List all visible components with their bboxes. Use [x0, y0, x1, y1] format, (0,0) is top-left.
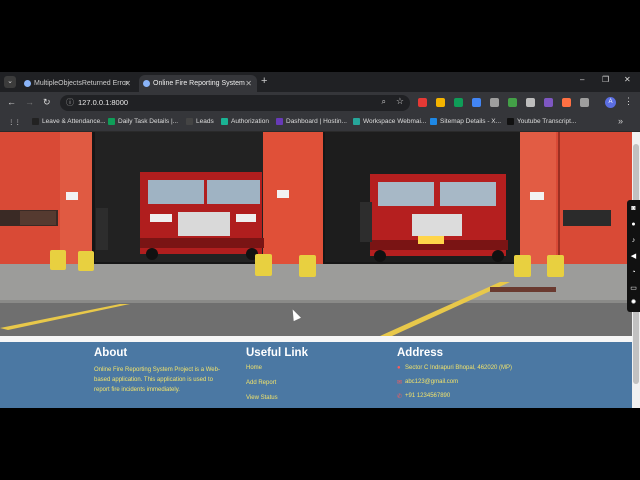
back-icon[interactable]: ← [7, 97, 16, 107]
bookmark-favicon-icon [108, 118, 115, 125]
extension-icon[interactable] [562, 98, 571, 107]
forward-icon[interactable]: → [25, 97, 34, 107]
extension-icon[interactable] [454, 98, 463, 107]
extension-icon[interactable] [490, 98, 499, 107]
bookmark-favicon-icon [186, 118, 193, 125]
about-line-3: report fire incidents immediately. [94, 387, 180, 393]
bookmark-youtube-transcript[interactable]: Youtube Transcript... [507, 118, 576, 125]
bookmark-label: Leads [196, 118, 214, 125]
bookmark-favicon-icon [32, 118, 39, 125]
minimize-icon[interactable]: – [580, 75, 584, 84]
close-tab-icon[interactable]: ✕ [124, 75, 131, 92]
extension-icon[interactable] [508, 98, 517, 107]
bookmark-dashboard-hostinger[interactable]: Dashboard | Hostin... [276, 118, 347, 125]
phone-text[interactable]: +91 1234567890 [405, 393, 450, 399]
address-email[interactable]: ✉ abc123@gmail.com [397, 379, 597, 386]
bookmarks-bar: ⋮⋮ Leave & Attendance... Daily Task Deta… [0, 114, 640, 132]
extension-icon[interactable] [472, 98, 481, 107]
tab-online-fire-reporting[interactable]: Online Fire Reporting System ✕ [139, 75, 257, 92]
bookmark-authorization[interactable]: Authorization [221, 118, 269, 125]
close-tab-icon[interactable]: ✕ [245, 75, 252, 92]
address-phone[interactable]: ✆ +91 1234567890 [397, 393, 597, 400]
bookmark-label: Youtube Transcript... [517, 118, 577, 125]
globe-icon [143, 80, 150, 87]
browser-window: ⌄ MultipleObjectsReturned Error ✕ Online… [0, 72, 640, 408]
bookmark-favicon-icon [221, 118, 228, 125]
email-text[interactable]: abc123@gmail.com [405, 379, 458, 385]
envelope-icon: ✉ [397, 380, 403, 386]
fire-station-picture [0, 132, 632, 342]
bookmark-workspace-webmail[interactable]: Workspace Webmai... [353, 118, 426, 125]
bookmark-favicon-icon [276, 118, 283, 125]
bookmark-leads[interactable]: Leads [186, 118, 214, 125]
zoom-icon[interactable]: ⌕ [382, 97, 386, 107]
reload-icon[interactable]: ↻ [43, 97, 51, 108]
phone-icon: ✆ [397, 394, 403, 400]
map-pin-icon: ● [397, 365, 401, 371]
extension-icon[interactable] [418, 98, 427, 107]
url-text[interactable]: 127.0.0.1:8000 [78, 98, 128, 107]
gear-icon[interactable]: ✹ [629, 298, 638, 307]
footer-about: About Online Fire Reporting System Proje… [94, 347, 234, 395]
new-tab-button[interactable]: + [261, 75, 267, 87]
bookmark-favicon-icon [353, 118, 360, 125]
bookmark-sitemap-details[interactable]: Sitemap Details - X... [430, 118, 501, 125]
close-window-icon[interactable]: ✕ [624, 75, 631, 84]
pen-icon[interactable] [526, 98, 535, 107]
link-home[interactable]: Home [246, 365, 366, 371]
tab-multiple-objects[interactable]: MultipleObjectsReturned Error ✕ [20, 75, 136, 92]
menu-icon[interactable]: ⋮ [624, 96, 633, 107]
tab-title: MultipleObjectsReturned Error [34, 80, 129, 87]
more-bookmarks-icon[interactable]: » [618, 116, 623, 126]
useful-link-heading: Useful Link [246, 347, 308, 359]
about-heading: About [94, 347, 128, 359]
timer-icon[interactable]: ◔ [629, 268, 638, 277]
about-line-2: based application. This application is u… [94, 377, 213, 383]
bookmark-label: Daily Task Details |... [118, 118, 179, 125]
speaker-icon[interactable]: ◀ [629, 252, 638, 261]
tab-title: Online Fire Reporting System [153, 80, 245, 87]
bookmark-star-icon[interactable]: ☆ [396, 96, 404, 107]
address-bar[interactable]: ⓘ 127.0.0.1:8000 ⌕ ☆ [60, 95, 410, 111]
bookmark-favicon-icon [430, 118, 437, 125]
restore-icon[interactable]: ❐ [602, 75, 609, 84]
location-text: Sector C Indrapuri Bhopal, 462020 (MP) [405, 365, 513, 371]
address-location: ● Sector C Indrapuri Bhopal, 462020 (MP) [397, 365, 597, 371]
about-line-1: Online Fire Reporting System Project is … [94, 367, 220, 373]
bookmark-label: Sitemap Details - X... [440, 118, 502, 125]
globe-icon [24, 80, 31, 87]
tab-strip: ⌄ MultipleObjectsReturned Error ✕ Online… [0, 72, 640, 92]
toolbar: ← → ↻ ⓘ 127.0.0.1:8000 ⌕ ☆ A ⋮ [0, 92, 640, 114]
link-view-status[interactable]: View Status [246, 395, 366, 401]
bookmark-label: Authorization [231, 118, 269, 125]
window-icon[interactable]: ▭ [629, 284, 638, 293]
record-icon[interactable]: ● [629, 220, 638, 229]
extension-icon[interactable] [544, 98, 553, 107]
profile-avatar[interactable]: A [605, 97, 616, 108]
footer-address: Address ● Sector C Indrapuri Bhopal, 4620… [397, 347, 597, 400]
bookmark-label: Leave & Attendance... [42, 118, 106, 125]
hero-fire-station-image [0, 132, 632, 342]
page-viewport: About Online Fire Reporting System Proje… [0, 132, 632, 408]
bookmark-label: Workspace Webmai... [363, 118, 427, 125]
bookmark-leave-attendance[interactable]: Leave & Attendance... [32, 118, 106, 125]
microphone-icon[interactable]: ♪ [629, 236, 638, 245]
tab-search-button[interactable]: ⌄ [4, 76, 16, 88]
footer-useful-links: Useful Link Home Add Report View Status [246, 347, 366, 401]
bookmark-label: Dashboard | Hostin... [286, 118, 347, 125]
bookmark-favicon-icon [507, 118, 514, 125]
extensions-puzzle-icon[interactable] [580, 98, 589, 107]
bookmark-daily-task[interactable]: Daily Task Details |... [108, 118, 178, 125]
camera-icon[interactable]: ◙ [629, 204, 638, 213]
apps-grid-icon[interactable]: ⋮⋮ [8, 118, 21, 126]
extension-icon[interactable] [436, 98, 445, 107]
recording-side-panel: ◙ ● ♪ ◀ ◔ ▭ ✹ [627, 200, 640, 312]
address-heading: Address [397, 347, 444, 359]
link-add-report[interactable]: Add Report [246, 380, 366, 386]
site-info-icon[interactable]: ⓘ [66, 97, 74, 108]
site-footer: About Online Fire Reporting System Proje… [0, 342, 632, 408]
